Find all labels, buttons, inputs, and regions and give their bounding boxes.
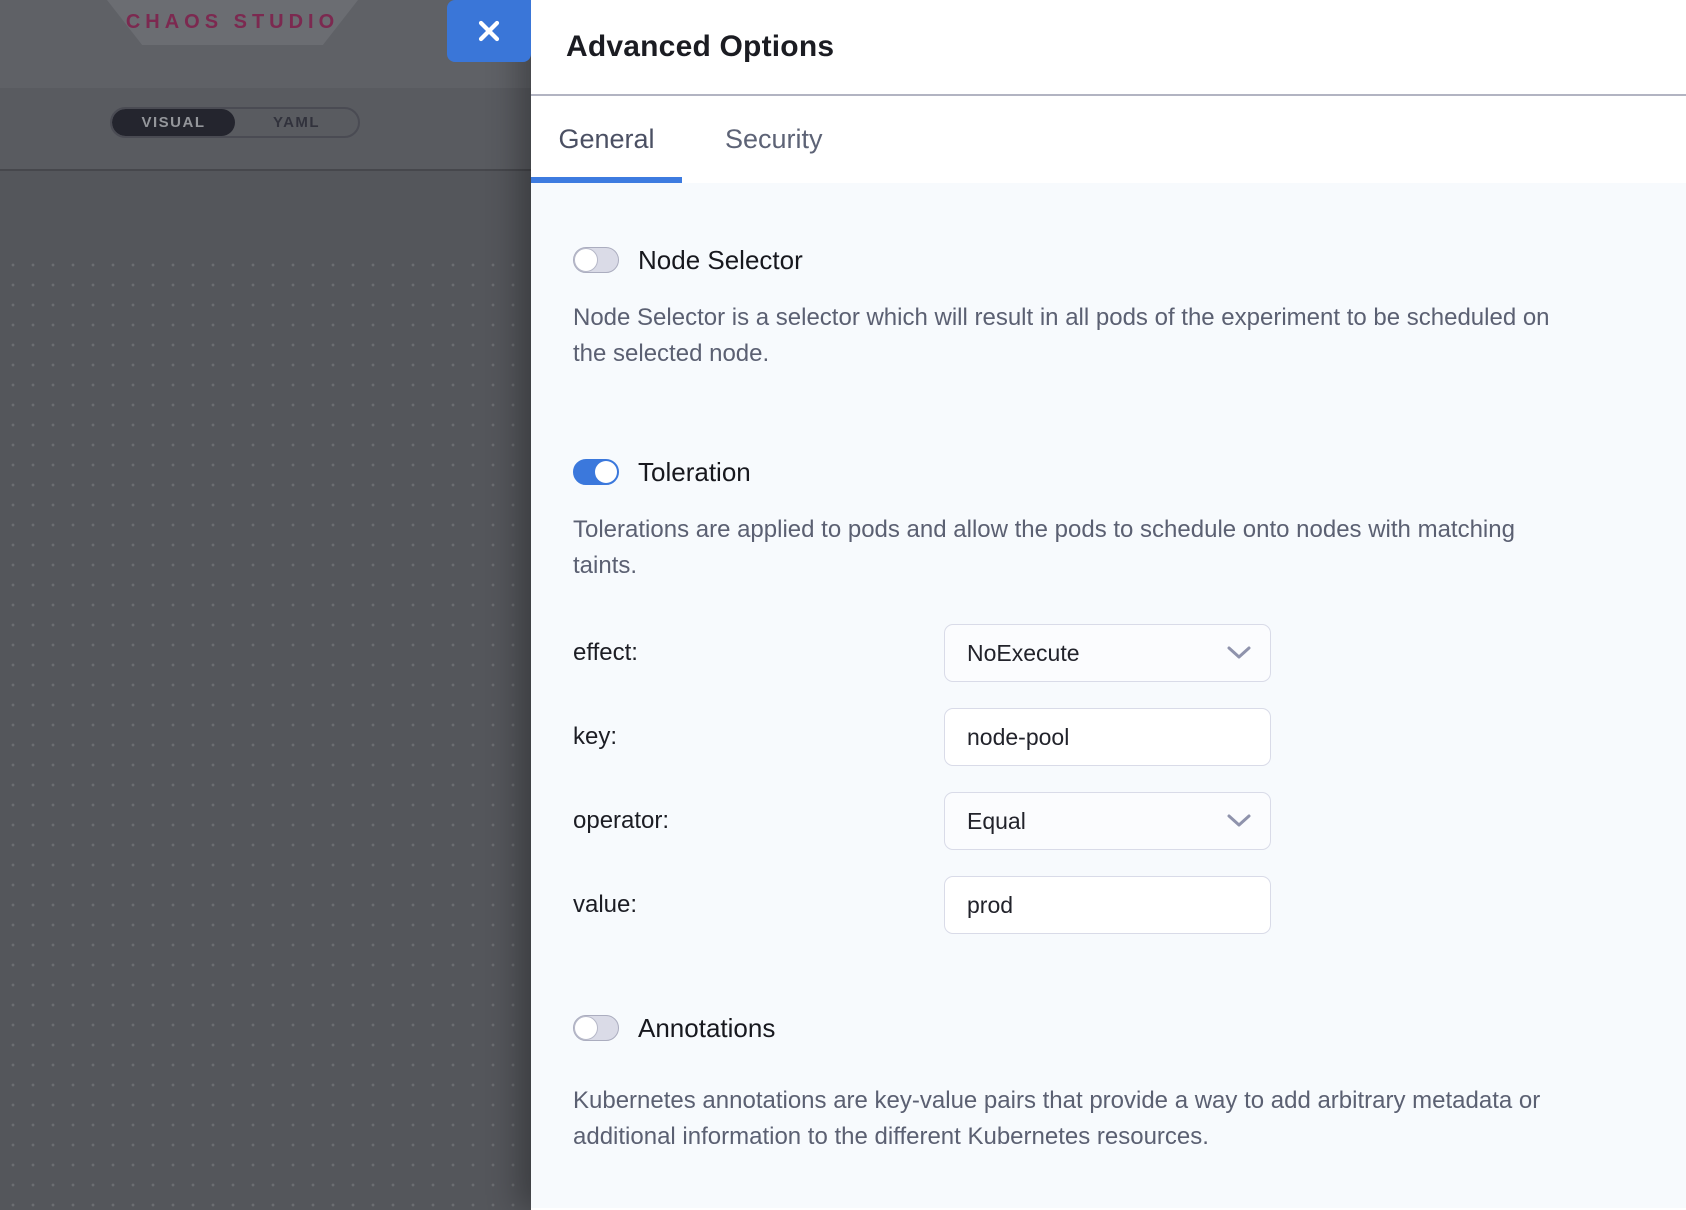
canvas-dot-grid <box>0 248 531 1210</box>
key-field-label: key: <box>573 723 944 751</box>
toggle-knob <box>574 1016 598 1040</box>
general-tab-content: Node Selector Node Selector is a selecto… <box>531 183 1686 1208</box>
operator-select-value: Equal <box>967 808 1226 835</box>
node-selector-description: Node Selector is a selector which will r… <box>573 300 1558 372</box>
visual-yaml-toggle[interactable]: VISUAL YAML <box>110 107 360 138</box>
tab-security[interactable]: Security <box>717 96 831 183</box>
key-input[interactable] <box>944 708 1271 766</box>
operator-select[interactable]: Equal <box>944 792 1271 850</box>
value-input[interactable] <box>944 876 1271 934</box>
studio-title: CHAOS STUDIO <box>126 11 339 34</box>
drawer-tabs: General Security <box>531 96 1686 183</box>
drawer-title: Advanced Options <box>566 30 834 64</box>
drawer-overlay[interactable]: CHAOS STUDIO VISUAL YAML <box>0 0 531 1210</box>
annotations-toggle[interactable] <box>573 1015 619 1041</box>
studio-toolbar: VISUAL YAML <box>0 88 531 171</box>
visual-tab[interactable]: VISUAL <box>112 109 235 136</box>
active-tab-indicator <box>531 177 682 183</box>
key-field-row: key: <box>573 708 1626 766</box>
node-selector-label: Node Selector <box>638 245 803 276</box>
effect-select[interactable]: NoExecute <box>944 624 1271 682</box>
toleration-description: Tolerations are applied to pods and allo… <box>573 512 1558 584</box>
effect-field-label: effect: <box>573 639 944 667</box>
annotations-row: Annotations <box>573 1013 1626 1043</box>
close-icon <box>477 19 501 43</box>
node-selector-toggle[interactable] <box>573 247 619 273</box>
toleration-toggle[interactable] <box>573 459 619 485</box>
node-selector-row: Node Selector <box>573 245 1626 275</box>
yaml-tab[interactable]: YAML <box>235 109 358 136</box>
toggle-knob <box>574 248 598 272</box>
annotations-description: Kubernetes annotations are key-value pai… <box>573 1083 1558 1155</box>
toleration-row: Toleration <box>573 457 1626 487</box>
toleration-label: Toleration <box>638 457 751 488</box>
operator-field-row: operator: Equal <box>573 792 1626 850</box>
effect-select-value: NoExecute <box>967 640 1226 667</box>
advanced-options-drawer: Advanced Options General Security Node S… <box>531 0 1686 1210</box>
chevron-down-icon <box>1226 645 1252 661</box>
operator-field-label: operator: <box>573 807 944 835</box>
toleration-form: effect: NoExecute key: operator: Equal <box>573 624 1626 934</box>
chaos-studio-banner: CHAOS STUDIO <box>107 0 358 45</box>
experiment-canvas <box>0 171 531 1210</box>
value-field-label: value: <box>573 891 944 919</box>
tab-general[interactable]: General <box>531 96 682 183</box>
value-field-row: value: <box>573 876 1626 934</box>
chevron-down-icon <box>1226 813 1252 829</box>
drawer-header: Advanced Options <box>531 0 1686 96</box>
close-drawer-button[interactable] <box>447 0 531 62</box>
toggle-knob <box>595 461 617 483</box>
effect-field-row: effect: NoExecute <box>573 624 1626 682</box>
annotations-label: Annotations <box>638 1013 775 1044</box>
